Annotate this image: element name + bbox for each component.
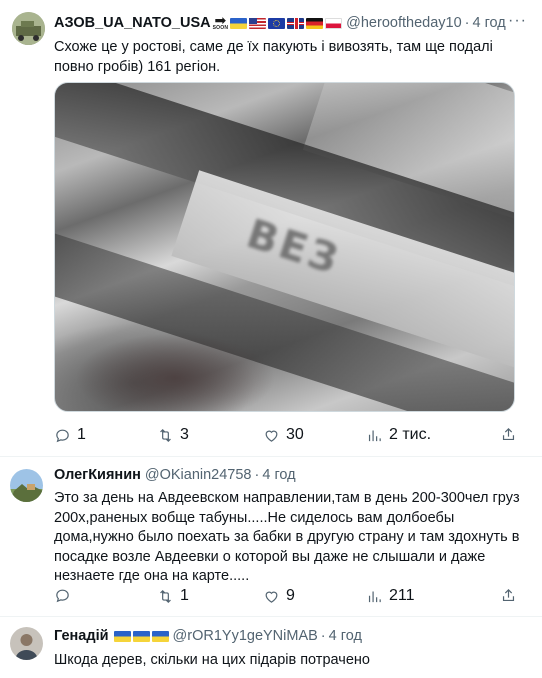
landscape-avatar-icon: [10, 469, 43, 502]
like-count: 30: [286, 426, 304, 443]
poland-flag-icon: [325, 17, 343, 29]
reply-button[interactable]: [54, 587, 77, 604]
separator-dot: ·: [464, 15, 470, 31]
tweet-header: ОлегКиянин @OKianin24758 · 4 год: [54, 466, 296, 484]
timestamp[interactable]: 4 год: [329, 627, 362, 645]
ukraine-flag-icon: [230, 17, 248, 29]
heart-icon: [265, 591, 278, 603]
tweet-header: Генадій @rOR1Yy1geYNiMAB · 4 год: [54, 627, 362, 645]
avatar[interactable]: [10, 627, 43, 660]
views-count: 2 тис.: [389, 426, 432, 443]
share-button[interactable]: [500, 587, 517, 604]
author-name[interactable]: Генадій: [54, 627, 109, 645]
usa-flag-icon: [249, 17, 267, 29]
tweet-1[interactable]: АЗОВ_UA_NATO_USA ➡ SOON @herooftheday10 …: [0, 0, 542, 458]
retweet-button[interactable]: 1: [157, 587, 189, 605]
author-handle[interactable]: @herooftheday10: [346, 14, 462, 32]
ukraine-flag-icon: [151, 630, 169, 642]
avatar[interactable]: [10, 469, 43, 502]
tweet-text: Это за день на Авдеевском направлении,та…: [54, 490, 520, 584]
retweet-count: 1: [180, 587, 189, 604]
tweet-text: Шкода дерев, скільки на цих підарів потр…: [54, 652, 370, 668]
eu-flag-icon: [268, 17, 286, 29]
like-button[interactable]: 30: [263, 426, 304, 444]
separator-dot: ·: [254, 467, 260, 483]
share-button[interactable]: [500, 426, 517, 443]
author-handle[interactable]: @rOR1Yy1geYNiMAB: [173, 627, 318, 645]
views-icon: [368, 591, 381, 602]
retweet-icon: [160, 428, 171, 442]
timestamp[interactable]: 4 год: [262, 466, 295, 484]
military-vehicle-icon: [12, 12, 45, 45]
views-count: 211: [389, 587, 415, 604]
germany-flag-icon: [306, 17, 324, 29]
like-count: 9: [286, 587, 295, 604]
soon-label: SOON: [212, 25, 229, 31]
retweet-count: 3: [180, 426, 189, 443]
tweet-media[interactable]: ВЕЗ: [54, 82, 515, 412]
separator-dot: ·: [320, 628, 326, 644]
retweet-icon: [160, 589, 171, 603]
soon-arrow-icon: ➡ SOON: [212, 12, 229, 31]
uk-flag-icon: [287, 17, 305, 29]
author-name[interactable]: АЗОВ_UA_NATO_USA: [54, 14, 211, 32]
reply-count: 1: [77, 426, 86, 443]
heart-icon: [265, 430, 278, 442]
ukraine-flag-icon: [113, 630, 131, 642]
avatar[interactable]: [12, 12, 45, 45]
tweet-3[interactable]: Генадій @rOR1Yy1geYNiMAB · 4 год Шкода д…: [0, 617, 542, 678]
person-avatar-icon: [10, 627, 43, 660]
tweet-text: Схоже це у ростові, саме де їх пакують і…: [54, 39, 493, 75]
more-icon[interactable]: ···: [508, 12, 527, 30]
views-button[interactable]: 2 тис.: [366, 426, 431, 444]
author-name[interactable]: ОлегКиянин: [54, 466, 141, 484]
ukraine-flag-icon: [132, 630, 150, 642]
tweet-header: АЗОВ_UA_NATO_USA ➡ SOON @herooftheday10 …: [54, 12, 506, 32]
tweet-2[interactable]: ОлегКиянин @OKianin24758 · 4 год Это за …: [0, 457, 542, 617]
views-button[interactable]: 211: [366, 587, 415, 605]
reply-icon: [56, 589, 69, 603]
author-handle[interactable]: @OKianin24758: [145, 466, 252, 484]
reply-icon: [56, 429, 69, 442]
views-icon: [368, 430, 381, 441]
timestamp[interactable]: 4 год: [472, 14, 505, 32]
like-button[interactable]: 9: [263, 587, 295, 605]
reply-button[interactable]: 1: [54, 426, 86, 444]
share-icon: [502, 588, 515, 602]
share-icon: [502, 427, 515, 441]
retweet-button[interactable]: 3: [157, 426, 189, 444]
